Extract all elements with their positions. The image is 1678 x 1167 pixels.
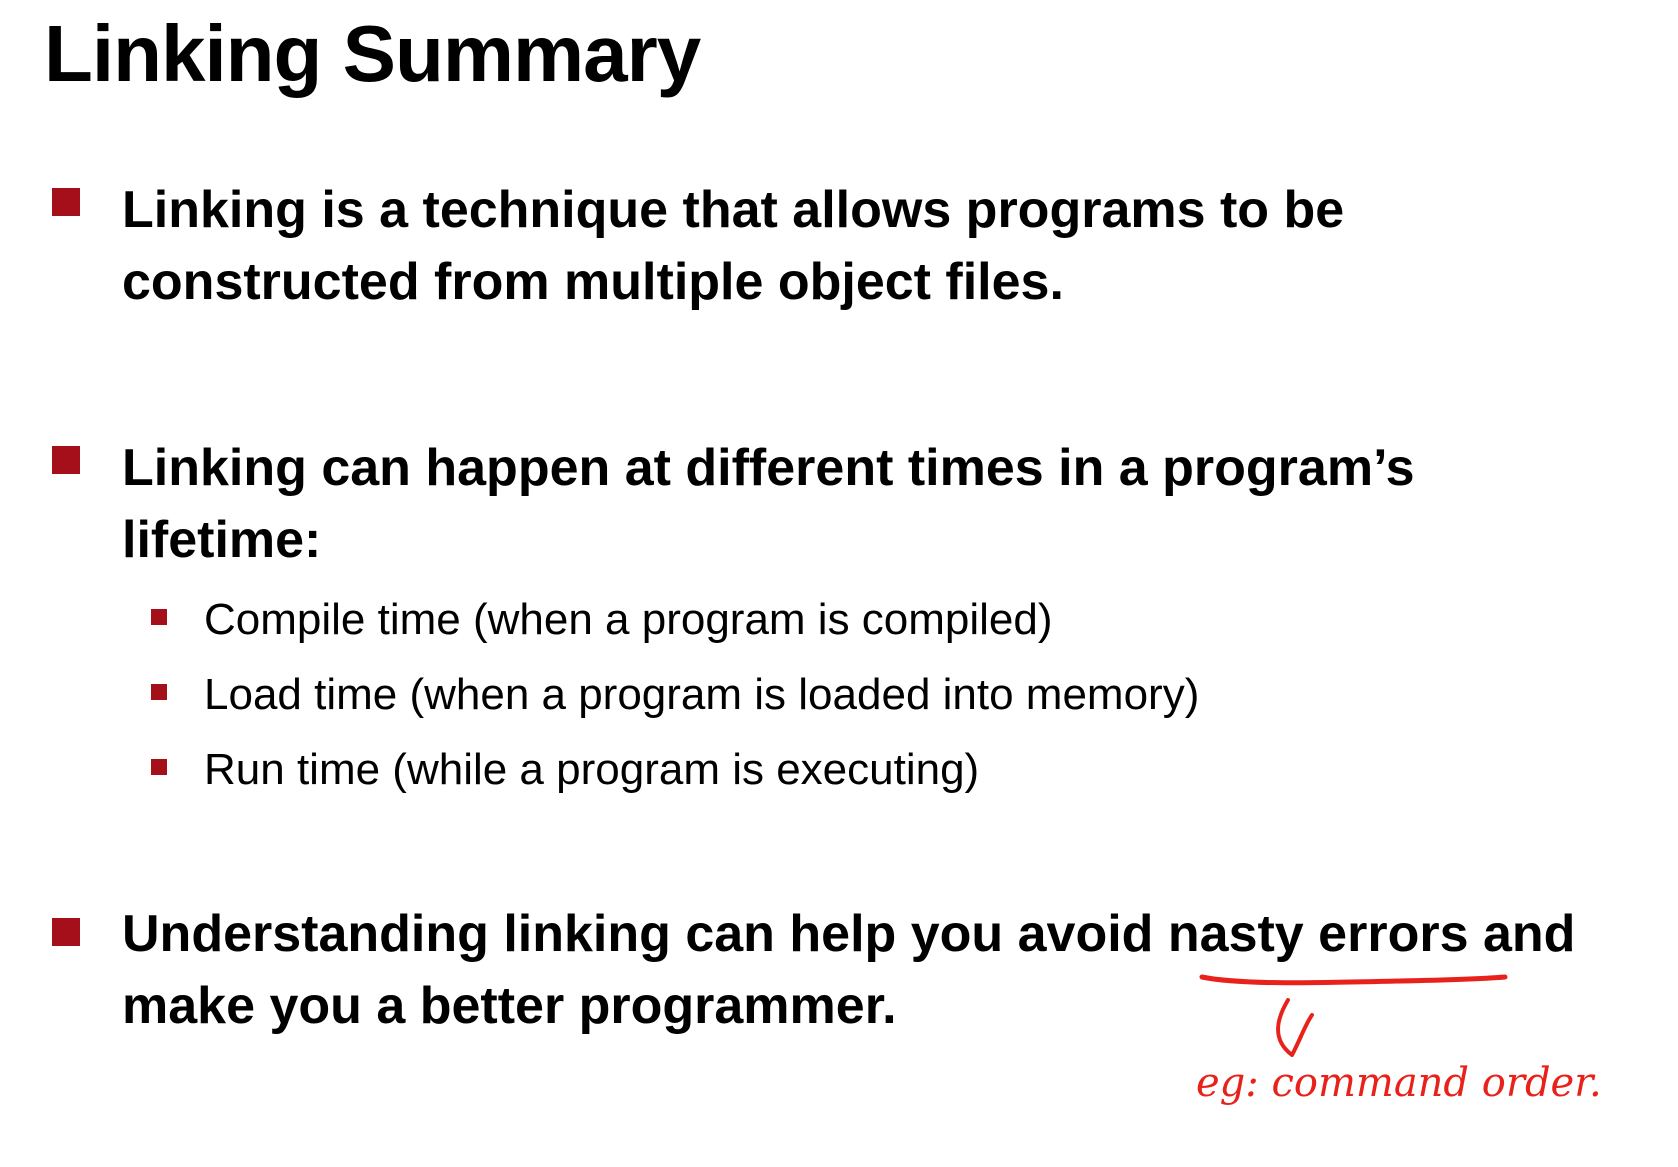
sub-bullet-square-icon: [151, 684, 167, 700]
sub-bullet-square-icon: [151, 759, 167, 775]
sub-item-compile-time: Compile time (when a program is compiled…: [204, 595, 1053, 644]
sub-bullet-square-icon: [151, 609, 167, 625]
bullet-3-line-2: make you a better programmer.: [122, 977, 897, 1035]
bullet-3: Understanding linking can help you avoid…: [122, 898, 1642, 1042]
bullet-2-line-2: lifetime:: [122, 511, 322, 569]
bullet-square-icon: [52, 446, 80, 474]
bullet-1-line-1: Linking is a technique that allows progr…: [122, 181, 1345, 239]
bullet-2: Linking can happen at different times in…: [122, 432, 1642, 576]
annotation-text: eg: command order.: [1196, 1060, 1602, 1106]
bullet-square-icon: [52, 918, 80, 946]
bullet-1: Linking is a technique that allows progr…: [122, 174, 1642, 318]
bullet-2-line-1: Linking can happen at different times in…: [122, 439, 1415, 497]
bullet-3-line-1: Understanding linking can help you avoid…: [122, 905, 1576, 963]
sub-item-run-time: Run time (while a program is executing): [204, 745, 980, 794]
sub-item-load-time: Load time (when a program is loaded into…: [204, 670, 1200, 719]
bullet-1-line-2: constructed from multiple object files.: [122, 253, 1064, 311]
slide: Linking Summary Linking is a technique t…: [0, 0, 1678, 1167]
slide-title: Linking Summary: [44, 9, 701, 98]
bullet-square-icon: [52, 188, 80, 216]
